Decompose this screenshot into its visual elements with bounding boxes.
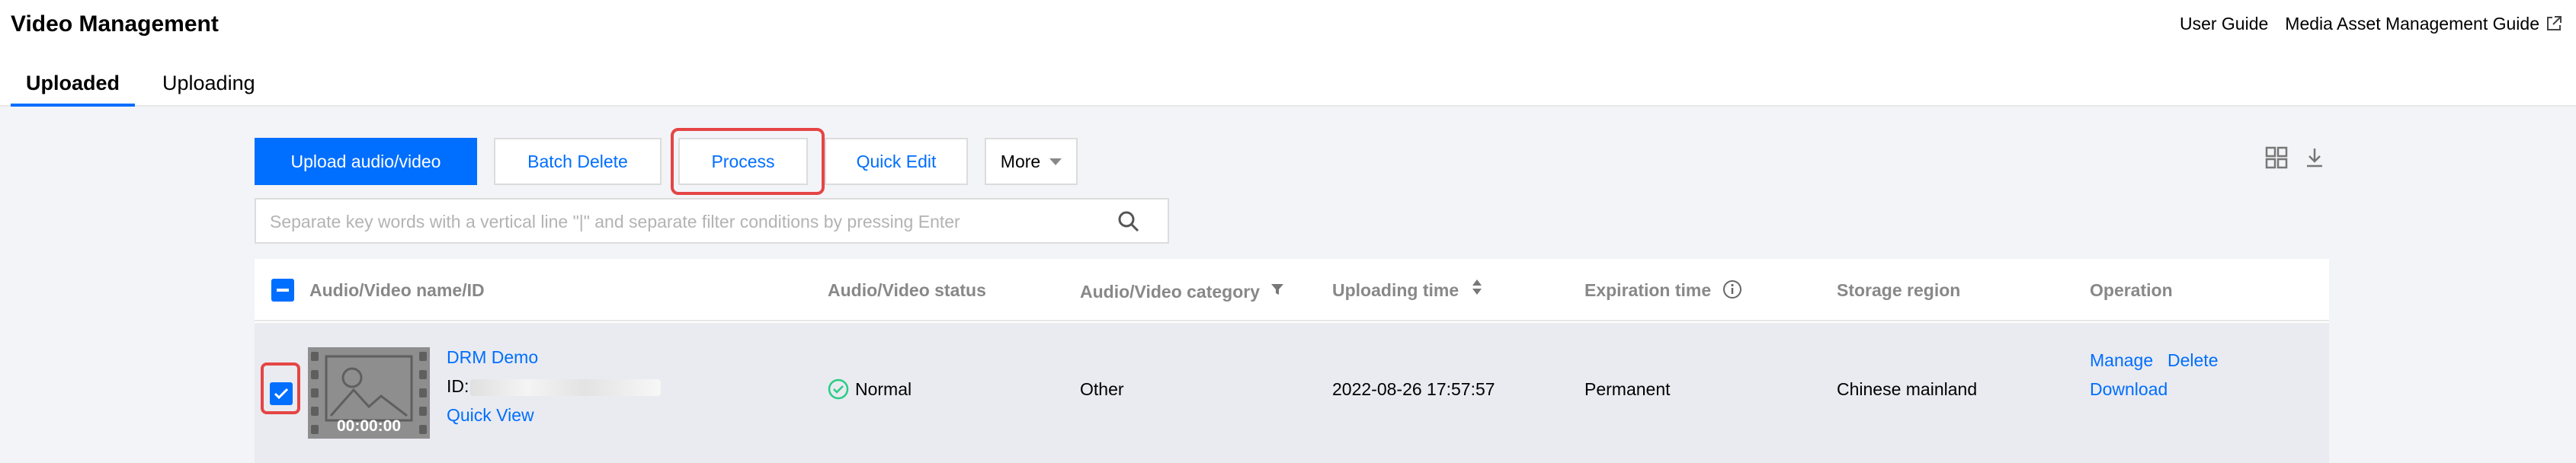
- column-operation: Operation: [2090, 280, 2173, 300]
- column-status: Audio/Video status: [828, 280, 986, 300]
- status-text: Normal: [855, 379, 912, 399]
- image-placeholder-icon: [325, 355, 413, 422]
- video-name-link[interactable]: DRM Demo: [447, 344, 538, 370]
- more-dropdown[interactable]: More: [985, 138, 1078, 185]
- video-duration: 00:00:00: [336, 417, 402, 435]
- expiration-cell: Permanent: [1584, 379, 1671, 399]
- column-uploading-time[interactable]: Uploading time: [1332, 277, 1482, 303]
- user-guide-link[interactable]: User Guide: [2180, 11, 2268, 37]
- manage-link[interactable]: Manage: [2090, 347, 2153, 373]
- download-icon[interactable]: [2303, 146, 2326, 173]
- video-thumbnail[interactable]: 00:00:00: [308, 347, 430, 439]
- delete-link[interactable]: Delete: [2167, 347, 2218, 373]
- column-expiration: Expiration time: [1584, 277, 1742, 306]
- info-icon[interactable]: [1722, 279, 1742, 306]
- action-toolbar: Upload audio/video Batch Delete Process …: [255, 138, 1078, 185]
- tab-uploading[interactable]: Uploading: [147, 64, 271, 107]
- column-storage-region: Storage region: [1837, 280, 1961, 300]
- status-cell: Normal: [828, 376, 912, 407]
- uploading-time-cell: 2022-08-26 17:57:57: [1332, 379, 1495, 399]
- category-cell: Other: [1080, 379, 1124, 399]
- media-asset-guide-label: Media Asset Management Guide: [2285, 14, 2539, 34]
- column-category[interactable]: Audio/Video category: [1080, 277, 1284, 305]
- search-icon[interactable]: [1117, 210, 1140, 233]
- table-row: 00:00:00 DRM Demo ID: Quick View Normal …: [255, 323, 2329, 463]
- filter-icon[interactable]: [1270, 277, 1284, 303]
- column-expiration-label: Expiration time: [1584, 280, 1712, 300]
- search-input[interactable]: [270, 207, 1093, 236]
- page-title: Video Management: [11, 11, 219, 37]
- check-circle-icon: [828, 378, 849, 407]
- external-link-icon: [2546, 13, 2562, 30]
- column-uploading-time-label: Uploading time: [1332, 280, 1459, 300]
- process-button[interactable]: Process: [678, 138, 808, 185]
- quick-edit-button[interactable]: Quick Edit: [825, 138, 968, 185]
- grid-view-icon[interactable]: [2265, 146, 2288, 173]
- table-header: Audio/Video name/ID Audio/Video status A…: [255, 259, 2329, 321]
- view-tools: [2250, 146, 2326, 173]
- download-link[interactable]: Download: [2090, 376, 2167, 402]
- batch-delete-button[interactable]: Batch Delete: [494, 138, 662, 185]
- row-checkbox[interactable]: [270, 382, 293, 405]
- column-name: Audio/Video name/ID: [309, 280, 485, 300]
- upload-button[interactable]: Upload audio/video: [255, 138, 477, 185]
- quick-view-link[interactable]: Quick View: [447, 402, 534, 428]
- more-label: More: [1000, 151, 1041, 171]
- media-asset-guide-link[interactable]: Media Asset Management Guide: [2285, 11, 2562, 37]
- search-box: [255, 198, 1169, 244]
- tab-bar: Uploaded Uploading: [11, 64, 283, 107]
- redacted-id: [470, 378, 662, 396]
- video-id: ID:: [447, 373, 662, 399]
- select-all-checkbox[interactable]: [271, 279, 294, 302]
- chevron-down-icon: [1049, 158, 1062, 165]
- media-table: Audio/Video name/ID Audio/Video status A…: [255, 259, 2329, 463]
- sort-icon[interactable]: [1472, 277, 1482, 303]
- column-category-label: Audio/Video category: [1080, 282, 1261, 302]
- header-links: User Guide Media Asset Management Guide: [2163, 11, 2562, 37]
- storage-region-cell: Chinese mainland: [1837, 379, 1978, 399]
- top-bar: Video Management User Guide Media Asset …: [0, 0, 2576, 107]
- video-id-label: ID:: [447, 376, 469, 396]
- tab-uploaded[interactable]: Uploaded: [11, 64, 136, 107]
